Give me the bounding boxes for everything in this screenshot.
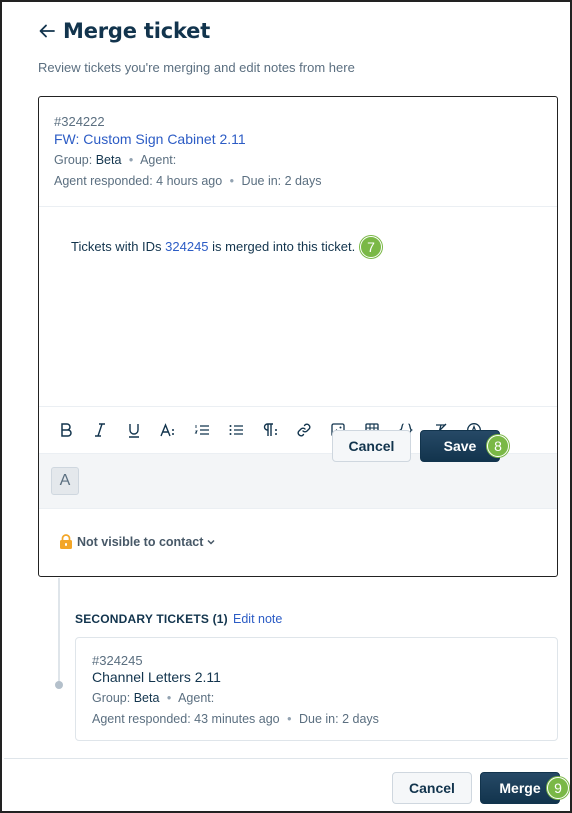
group-label: Group:	[92, 691, 131, 705]
divider	[39, 206, 557, 207]
link-icon[interactable]	[287, 415, 321, 445]
ticket-subject: Channel Letters 2.11	[92, 669, 221, 685]
secondary-tickets-heading: SECONDARY TICKETS (1)	[75, 612, 228, 626]
edit-note-link[interactable]: Edit note	[233, 612, 282, 626]
separator-dot: •	[128, 153, 134, 167]
ticket-id: #324222	[54, 114, 105, 129]
secondary-ticket-card: #324245 Channel Letters 2.11 Group: Beta…	[75, 637, 558, 741]
separator-dot: •	[166, 691, 172, 705]
due-in: Due in: 2 days	[299, 712, 379, 726]
merge-note-editor[interactable]: Tickets with IDs 324245 is merged into t…	[71, 239, 355, 254]
underline-icon[interactable]	[117, 415, 151, 445]
ticket-group-row: Group: Beta • Agent:	[54, 153, 176, 167]
agent-label: Agent:	[140, 153, 177, 167]
font-size-icon[interactable]	[151, 415, 185, 445]
bold-icon[interactable]	[49, 415, 83, 445]
group-value: Beta	[95, 153, 122, 167]
card-cancel-button[interactable]: Cancel	[332, 430, 411, 462]
ticket-subject-link[interactable]: FW: Custom Sign Cabinet 2.11	[54, 131, 246, 147]
agent-responded: Agent responded: 43 minutes ago	[92, 712, 280, 726]
chevron-down-icon	[207, 539, 215, 545]
tree-connector	[58, 578, 60, 684]
footer-cancel-button[interactable]: Cancel	[392, 772, 472, 804]
callout-badge-7: 7	[360, 236, 382, 258]
ordered-list-icon[interactable]	[185, 415, 219, 445]
page-title: Merge ticket	[63, 19, 211, 43]
footer-divider	[4, 758, 568, 759]
primary-ticket-card: #324222 FW: Custom Sign Cabinet 2.11 Gro…	[38, 96, 558, 577]
ticket-response-row: Agent responded: 43 minutes ago • Due in…	[92, 712, 379, 726]
note-prefix: Tickets with IDs	[71, 239, 166, 254]
page-subtitle: Review tickets you're merging and edit n…	[38, 60, 355, 75]
separator-dot: •	[229, 174, 235, 188]
back-arrow-icon[interactable]	[37, 21, 57, 41]
visibility-label: Not visible to contact	[77, 534, 204, 549]
font-style-button[interactable]: A	[51, 467, 79, 495]
paragraph-icon[interactable]	[253, 415, 287, 445]
merge-ticket-dialog: Merge ticket Review tickets you're mergi…	[0, 0, 572, 813]
tree-connector-dot	[55, 681, 63, 689]
unordered-list-icon[interactable]	[219, 415, 253, 445]
note-ticket-link[interactable]: 324245	[165, 239, 208, 254]
ticket-response-row: Agent responded: 4 hours ago • Due in: 2…	[54, 174, 321, 188]
visibility-dropdown[interactable]: Not visible to contact	[59, 534, 216, 549]
agent-label: Agent:	[178, 691, 215, 705]
due-in: Due in: 2 days	[241, 174, 322, 188]
italic-icon[interactable]	[83, 415, 117, 445]
callout-badge-8: 8	[487, 435, 509, 457]
agent-responded: Agent responded: 4 hours ago	[54, 174, 223, 188]
ticket-group-row: Group: Beta • Agent:	[92, 691, 214, 705]
lock-icon	[60, 534, 72, 549]
separator-dot: •	[287, 712, 292, 726]
divider	[39, 406, 557, 407]
note-suffix: is merged into this ticket.	[208, 239, 356, 254]
ticket-id: #324245	[92, 653, 143, 668]
callout-badge-9: 9	[547, 777, 569, 799]
group-value: Beta	[133, 691, 160, 705]
group-label: Group:	[54, 153, 93, 167]
page-header: Merge ticket	[37, 19, 210, 43]
